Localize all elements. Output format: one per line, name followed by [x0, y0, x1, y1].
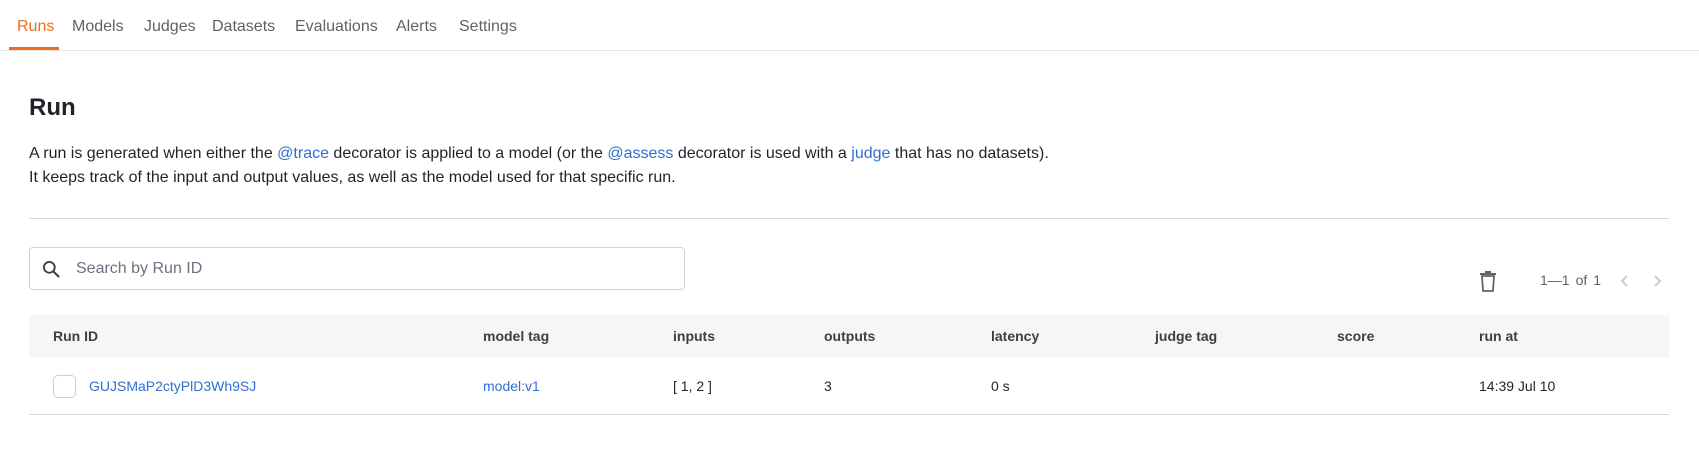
- pagination-of: of: [1575, 272, 1588, 288]
- judge-link[interactable]: judge: [851, 145, 890, 162]
- column-header-model-tag[interactable]: model tag: [483, 328, 549, 344]
- column-header-inputs[interactable]: inputs: [673, 328, 715, 344]
- tab-settings[interactable]: Settings: [459, 18, 517, 36]
- top-nav: Runs Models Judges Datasets Evaluations …: [0, 0, 1699, 51]
- tab-judges[interactable]: Judges: [144, 18, 196, 36]
- page-title: Run: [29, 94, 76, 121]
- page-description-line-1: A run is generated when either the @trac…: [29, 145, 1049, 163]
- column-header-judge-tag[interactable]: judge tag: [1155, 328, 1217, 344]
- column-header-outputs[interactable]: outputs: [824, 328, 875, 344]
- tab-alerts[interactable]: Alerts: [396, 18, 437, 36]
- run-id-link[interactable]: GUJSMaP2ctyPlD3Wh9SJ: [89, 378, 256, 394]
- search-icon: [43, 261, 60, 278]
- tab-datasets[interactable]: Datasets: [212, 18, 275, 36]
- description-text: A run is generated when either the: [29, 145, 278, 162]
- table-row: GUJSMaP2ctyPlD3Wh9SJ model:v1 [ 1, 2 ] 3…: [29, 358, 1669, 415]
- tab-models[interactable]: Models: [72, 18, 124, 36]
- trash-icon[interactable]: [1478, 270, 1498, 292]
- model-tag-link[interactable]: model:v1: [483, 378, 540, 394]
- tab-runs[interactable]: Runs: [17, 18, 54, 36]
- search-box[interactable]: [29, 247, 685, 290]
- description-text: decorator is used with a: [673, 145, 852, 162]
- page-description-line-2: It keeps track of the input and output v…: [29, 169, 676, 186]
- column-header-latency[interactable]: latency: [991, 328, 1039, 344]
- run-at-cell: 14:39 Jul 10: [1479, 378, 1556, 394]
- active-tab-indicator: [9, 47, 59, 50]
- column-header-score[interactable]: score: [1337, 328, 1374, 344]
- trace-link[interactable]: @trace: [277, 145, 329, 162]
- pagination-summary: 1—1 of 1: [1540, 272, 1601, 288]
- tab-evaluations[interactable]: Evaluations: [295, 18, 378, 36]
- description-text: that has no datasets).: [890, 145, 1049, 162]
- table-header: Run ID model tag inputs outputs latency …: [29, 315, 1669, 358]
- chevron-left-icon[interactable]: [1618, 273, 1632, 289]
- outputs-cell: 3: [824, 378, 832, 394]
- pagination-range: 1—1: [1540, 272, 1570, 288]
- section-divider: [29, 218, 1669, 219]
- description-text: decorator is applied to a model (or the: [328, 145, 608, 162]
- latency-cell: 0 s: [991, 378, 1010, 394]
- chevron-right-icon[interactable]: [1650, 273, 1664, 289]
- column-header-run-id[interactable]: Run ID: [53, 328, 98, 344]
- assess-link[interactable]: @assess: [607, 145, 673, 162]
- column-header-run-at[interactable]: run at: [1479, 328, 1518, 344]
- inputs-cell: [ 1, 2 ]: [673, 378, 712, 394]
- search-input[interactable]: [74, 254, 674, 284]
- pagination-total: 1: [1593, 272, 1602, 288]
- row-checkbox[interactable]: [53, 375, 76, 398]
